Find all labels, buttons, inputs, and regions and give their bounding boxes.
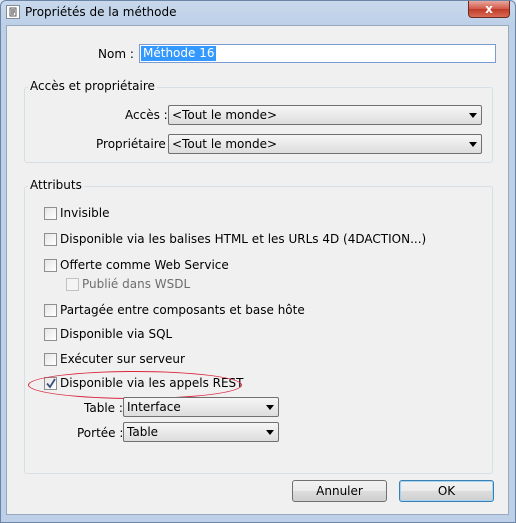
server-checkbox[interactable] — [44, 353, 57, 366]
access-label: Accès : — [125, 108, 168, 122]
wsdl-label: Publié dans WSDL — [82, 277, 191, 291]
shared-checkbox[interactable] — [44, 304, 57, 317]
name-input-value: Méthode 16 — [141, 46, 217, 61]
table-select[interactable]: Interface — [123, 397, 279, 417]
owner-select[interactable]: <Tout le monde> — [168, 134, 482, 154]
rest-label[interactable]: Disponible via les appels REST — [60, 376, 244, 390]
title-bar: Propriétés de la méthode x — [1, 1, 515, 25]
access-owner-group-title: Accès et propriétaire — [28, 79, 157, 93]
chevron-down-icon — [266, 405, 274, 410]
sql-checkbox[interactable] — [44, 328, 57, 341]
server-label[interactable]: Exécuter sur serveur — [60, 352, 185, 366]
owner-select-value: <Tout le monde> — [172, 137, 278, 151]
table-select-value: Interface — [127, 400, 181, 414]
chevron-down-icon — [469, 142, 477, 147]
shared-label[interactable]: Partagée entre composants et base hôte — [60, 303, 305, 317]
access-select-value: <Tout le monde> — [172, 108, 278, 122]
table-label: Table : — [84, 401, 123, 415]
chevron-down-icon — [266, 430, 274, 435]
invisible-label[interactable]: Invisible — [60, 206, 110, 220]
attributes-group-title: Attributs — [28, 178, 84, 192]
name-input[interactable]: Méthode 16 — [139, 44, 496, 63]
rest-checkbox[interactable] — [44, 377, 57, 390]
dialog-body: Nom : Méthode 16 Accès et propriétaire A… — [6, 25, 509, 515]
window-title: Propriétés de la méthode — [25, 5, 177, 19]
invisible-checkbox[interactable] — [44, 207, 57, 220]
access-select[interactable]: <Tout le monde> — [168, 105, 482, 125]
scope-select[interactable]: Table — [123, 422, 279, 442]
chevron-down-icon — [469, 113, 477, 118]
web-service-checkbox[interactable] — [44, 259, 57, 272]
close-button[interactable]: x — [468, 1, 510, 18]
owner-label: Propriétaire : — [96, 137, 174, 151]
app-icon — [6, 5, 20, 19]
dialog-window: Propriétés de la méthode x Nom : Méthode… — [0, 0, 516, 523]
ok-button[interactable]: OK — [399, 480, 494, 502]
checkmark-icon — [46, 378, 56, 389]
html-4daction-label[interactable]: Disponible via les balises HTML et les U… — [60, 232, 426, 246]
wsdl-checkbox[interactable] — [66, 278, 79, 291]
close-icon: x — [485, 2, 493, 16]
sql-label[interactable]: Disponible via SQL — [60, 327, 172, 341]
cancel-button[interactable]: Annuler — [292, 480, 387, 502]
name-label: Nom : — [98, 47, 134, 61]
html-4daction-checkbox[interactable] — [44, 233, 57, 246]
scope-select-value: Table — [127, 425, 159, 439]
scope-label: Portée : — [77, 426, 124, 440]
web-service-label[interactable]: Offerte comme Web Service — [60, 258, 229, 272]
